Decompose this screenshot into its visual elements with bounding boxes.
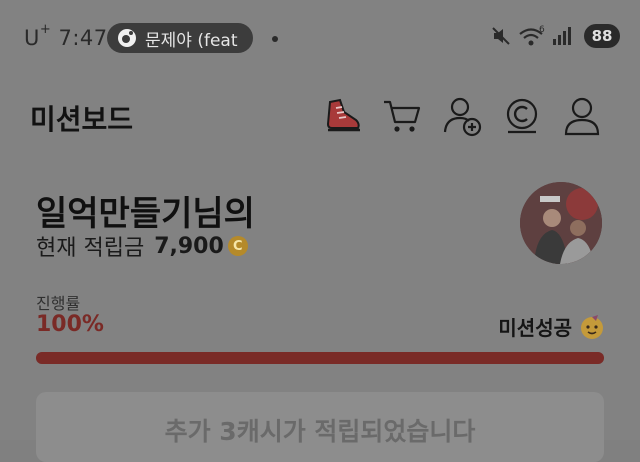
coin-c-icon[interactable] <box>500 94 544 138</box>
carrier-name: U <box>24 26 40 50</box>
add-friend-icon[interactable] <box>440 94 484 138</box>
media-title: 문제야 (feat <box>145 30 238 51</box>
signal-icon <box>553 27 571 45</box>
profile-icon[interactable] <box>560 94 604 138</box>
notification-dot <box>272 36 278 42</box>
progress-label: 진행률 <box>36 294 81 313</box>
user-greeting: 일억만들기님의 <box>36 194 255 234</box>
mission-status-text: 미션성공 <box>498 316 572 340</box>
mission-status: 미션성공 <box>498 312 606 341</box>
media-pill[interactable]: 문제야 (feat <box>107 23 253 53</box>
reward-notice: 추가 3캐시가 적립되었습니다 <box>36 392 604 462</box>
cart-icon[interactable] <box>380 94 424 138</box>
avatar-photo <box>520 182 602 264</box>
system-icons: 6 88 <box>490 24 620 48</box>
wifi-badge: 6 <box>539 25 545 35</box>
progress-bar <box>36 352 604 364</box>
shoe-icon[interactable] <box>322 94 366 138</box>
carrier-time: U+ 7:47 <box>24 22 108 50</box>
wifi-icon: 6 <box>519 25 545 46</box>
party-face-icon <box>581 314 603 339</box>
music-app-icon <box>118 29 136 47</box>
balance-row: 현재 적립금 7,900 C <box>36 230 248 262</box>
page-title: 미션보드 <box>30 103 134 136</box>
app-header: 미션보드 <box>0 88 640 146</box>
progress-bar-fill <box>36 352 604 364</box>
progress-value: 100% <box>36 312 104 337</box>
mute-icon <box>492 27 510 45</box>
carrier-mark: + <box>39 22 52 37</box>
avatar[interactable] <box>520 182 602 264</box>
balance-value: 7,900 <box>154 233 224 259</box>
battery-indicator: 88 <box>584 24 620 48</box>
coin-icon: C <box>227 236 248 256</box>
app-screen: U+ 7:47 문제야 (feat 6 88 미션보드 일억만들기님의 현재 적… <box>0 0 640 462</box>
clock: 7:47 <box>58 26 108 50</box>
status-bar: U+ 7:47 문제야 (feat 6 88 <box>0 14 640 60</box>
reward-notice-text: 추가 3캐시가 적립되었습니다 <box>164 417 476 446</box>
balance-label: 현재 적립금 <box>36 236 145 261</box>
